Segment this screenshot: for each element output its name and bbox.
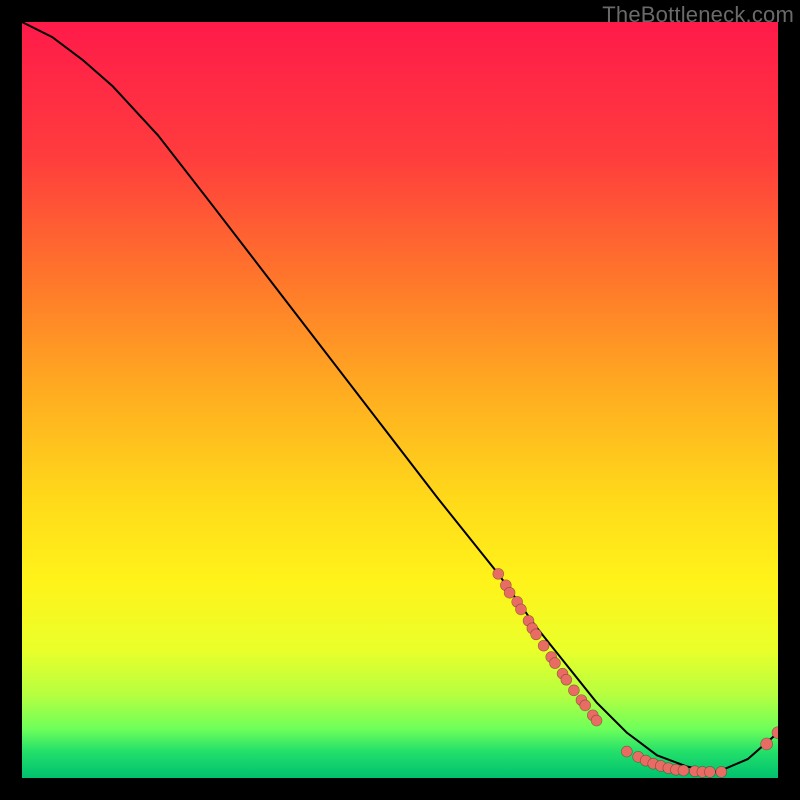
dot-mid-descent-cluster xyxy=(591,715,602,726)
chart-stage: TheBottleneck.com xyxy=(0,0,800,800)
bottleneck-curve xyxy=(22,22,778,772)
dot-left-descent-cluster xyxy=(531,629,542,640)
dot-left-descent-cluster xyxy=(549,658,560,669)
dot-left-descent-cluster xyxy=(493,568,504,579)
scatter-dots xyxy=(493,568,778,777)
chart-overlay-svg xyxy=(22,22,778,778)
dot-valley-cluster xyxy=(621,746,632,757)
dot-valley-cluster xyxy=(716,766,727,777)
dot-valley-cluster xyxy=(678,765,689,776)
dot-upturn-point xyxy=(761,738,773,750)
dot-left-descent-cluster xyxy=(538,640,549,651)
dot-left-descent-cluster xyxy=(561,674,572,685)
dot-valley-cluster xyxy=(704,766,715,777)
dot-mid-descent-cluster xyxy=(568,685,579,696)
plot-area xyxy=(22,22,778,778)
dot-left-descent-cluster xyxy=(504,587,515,598)
dot-mid-descent-cluster xyxy=(580,700,591,711)
watermark-label: TheBottleneck.com xyxy=(602,2,794,28)
dot-left-descent-cluster xyxy=(515,604,526,615)
